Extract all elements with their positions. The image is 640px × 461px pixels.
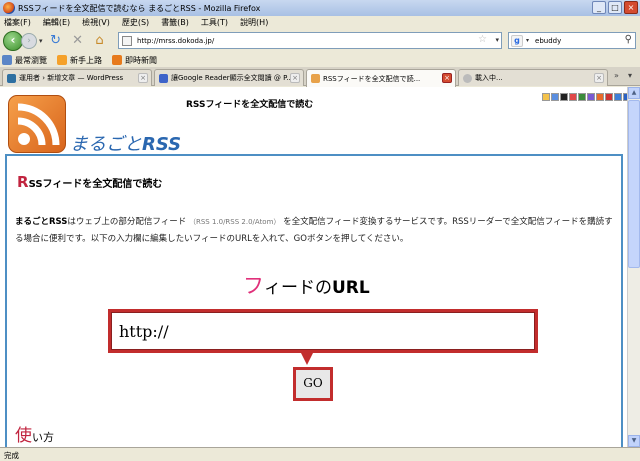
vertical-scrollbar[interactable]: ▲ ▼ [627,87,640,447]
pointer-arrow [301,353,313,365]
tab-loading[interactable]: 載入中... × [458,69,608,86]
feed-url-heading: フィードのURL [243,274,370,298]
menu-help[interactable]: 說明(H) [240,17,268,28]
social-bookmark-icons [542,93,627,101]
page-icon [57,55,67,65]
address-bar[interactable]: http://mrss.dokoda.jp/ ☆ ▾ [118,32,502,49]
tab-bar: 運用者 › 新增文章 — WordPress × 讓Google Reader顯… [0,67,640,87]
menu-tools[interactable]: 工具(T) [201,17,228,28]
stop-icon[interactable]: ✕ [69,32,87,50]
bookmark-service-icon[interactable] [551,93,559,101]
menu-bookmarks[interactable]: 書籤(B) [161,17,189,28]
search-engine-dropdown-icon[interactable]: ▾ [526,37,529,44]
page-icon [122,35,132,46]
maximize-button[interactable]: □ [608,1,622,14]
wordpress-icon [7,73,16,83]
bookmarks-toolbar: 最常瀏覽 新手上路 即時新聞 [0,53,640,67]
search-icon[interactable]: ⚲ [625,34,632,45]
bookmark-service-icon[interactable] [587,93,595,101]
service-description: まるごとRSSはウェブ上の部分配信フィード （RSS 1.0/RSS 2.0/A… [15,217,613,244]
rss-feed-icon [112,55,122,65]
navigation-toolbar: ‹ › ▾ ↻ ✕ ⌂ http://mrss.dokoda.jp/ ☆ ▾ g… [0,29,640,53]
status-text: 完成 [4,451,19,460]
bookmark-service-icon[interactable] [614,93,622,101]
title-bar: RSSフィードを全文配信で読むなら まるごとRSS - Mozilla Fire… [0,0,640,16]
close-tab-icon[interactable]: × [442,73,452,83]
close-tab-icon[interactable]: × [594,73,604,83]
address-text: http://mrss.dokoda.jp/ [137,36,215,45]
blog-icon [159,73,168,83]
bookmark-service-icon[interactable] [560,93,568,101]
site-logo-text: まるごとRSS [70,134,182,155]
window-title: RSSフィードを全文配信で読むなら まるごとRSS - Mozilla Fire… [18,3,261,13]
bookmark-item[interactable]: 新手上路 [57,55,102,66]
back-arrow-icon[interactable]: ‹ [3,31,23,51]
close-tab-icon[interactable]: × [138,73,148,83]
bookmark-service-icon[interactable] [605,93,613,101]
menu-edit[interactable]: 編輯(E) [43,17,70,28]
page-content: RSSフィードを全文配信で読む まるごとRSS RSSフィードを全文配信で読む … [0,87,627,447]
rss-tab-icon [311,74,320,83]
scroll-thumb[interactable] [628,100,640,268]
search-box[interactable]: g ▾ ebuddy ⚲ [508,32,636,49]
rss-logo-icon [8,95,66,153]
bookmark-item[interactable]: 最常瀏覽 [2,55,47,66]
bookmark-star-icon[interactable]: ☆ [478,34,487,45]
section-heading: RSSフィードを全文配信で読む [17,173,163,191]
tab-mrss[interactable]: RSSフィードを全文配信で読... × [306,69,456,87]
page-header-title: RSSフィードを全文配信で読む [186,100,314,110]
bookmark-service-icon[interactable] [542,93,550,101]
bookmark-service-icon[interactable] [596,93,604,101]
feed-url-input[interactable]: http:// [108,309,538,353]
search-engine-icon[interactable]: g [511,34,523,47]
history-dropdown-icon[interactable]: ▾ [39,37,43,45]
menu-history[interactable]: 歷史(S) [122,17,149,28]
scroll-down-icon[interactable]: ▼ [628,435,640,447]
go-button[interactable]: GO [293,367,333,401]
close-tab-icon[interactable]: × [290,73,300,83]
home-icon[interactable]: ⌂ [91,32,109,50]
menu-bar: 檔案(F) 編輯(E) 檢視(V) 歷史(S) 書籤(B) 工具(T) 說明(H… [0,16,640,29]
tab-scroll-right-icon[interactable]: » [614,71,619,80]
tab-list-dropdown-icon[interactable]: ▾ [628,71,632,80]
scroll-up-icon[interactable]: ▲ [628,87,640,99]
close-window-button[interactable]: × [624,1,638,14]
firefox-icon [3,2,15,14]
loading-spinner-icon [463,73,472,83]
menu-file[interactable]: 檔案(F) [4,17,31,28]
status-bar: 完成 [0,447,640,461]
tab-wordpress[interactable]: 運用者 › 新增文章 — WordPress × [2,69,152,86]
menu-view[interactable]: 檢視(V) [82,17,110,28]
address-dropdown-icon[interactable]: ▾ [495,36,499,44]
bookmark-item[interactable]: 即時新聞 [112,55,157,66]
tab-google-reader[interactable]: 讓Google Reader顯示全文閱讀 @ P... × [154,69,304,86]
forward-arrow-icon[interactable]: › [21,33,37,49]
search-text: ebuddy [535,36,562,45]
usage-heading: 使い方 [15,426,54,446]
browser-window: RSSフィードを全文配信で読むなら まるごとRSS - Mozilla Fire… [0,0,640,461]
bookmark-service-icon[interactable] [569,93,577,101]
folder-icon [2,55,12,65]
main-panel: RSSフィードを全文配信で読む まるごとRSSはウェブ上の部分配信フィード （R… [5,154,623,447]
bookmark-service-icon[interactable] [578,93,586,101]
reload-icon[interactable]: ↻ [47,32,65,50]
minimize-button[interactable]: _ [592,1,606,14]
